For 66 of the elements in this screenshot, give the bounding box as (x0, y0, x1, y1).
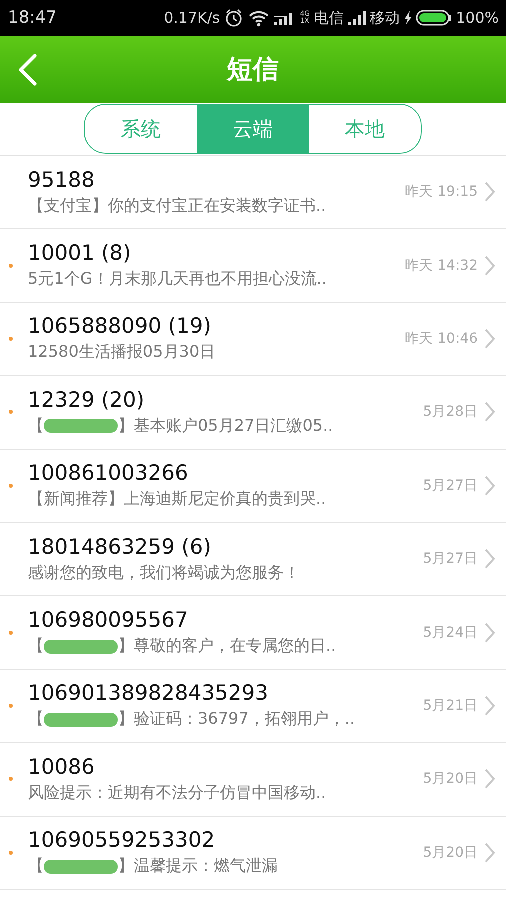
alarm-clock-icon (224, 8, 244, 28)
sender-name: 10086 (28, 754, 96, 779)
preview-text: 】基本账户05月27日汇缴05.. (118, 416, 334, 437)
message-time: 昨天 19:15 (405, 183, 478, 202)
message-time: 5月24日 (423, 624, 478, 642)
preview-text: 】尊敬的客户，在专属您的日.. (118, 636, 336, 658)
carrier-name: 移动 (370, 8, 400, 28)
sender-name: 10001 (8) (28, 241, 132, 266)
message-time: 5月21日 (423, 696, 478, 715)
sender-name: 10690559253302 (28, 828, 216, 852)
chevron-right-icon (484, 768, 496, 790)
message-row[interactable]: 95188 【支付宝】你的支付宝正在安装数字证书.. 昨天 19:15 (0, 156, 506, 230)
message-row[interactable]: 18014863259 (6) 感谢您的致电，我们将竭诚为您服务！ 5月27日 (0, 522, 506, 596)
message-time: 昨天 10:46 (405, 330, 478, 348)
message-row[interactable]: 10690559253302 【 】温馨提示：燃气泄漏 5月20日 (0, 816, 506, 890)
signal-icon (348, 11, 366, 25)
message-time: 5月20日 (423, 770, 478, 788)
message-time: 5月20日 (423, 844, 478, 862)
chevron-right-icon (484, 622, 496, 644)
message-time: 5月27日 (423, 550, 478, 568)
preview-text: 5元1个G！月末那几天再也不用担心没流.. (28, 269, 327, 290)
message-row[interactable]: 1065888090 (19) 12580生活播报05月30日 昨天 10:46 (0, 302, 506, 376)
sender-name: 100861003266 (28, 461, 190, 486)
message-row[interactable]: 12329 (20) 【 】基本账户05月27日汇缴05.. 5月28日 (0, 376, 506, 450)
preview-text: 感谢您的致电，我们将竭诚为您服务！ (28, 562, 300, 584)
chevron-right-icon (484, 401, 496, 424)
message-time: 昨天 14:32 (405, 256, 478, 275)
preview-text: 【 (28, 709, 44, 730)
carrier-name: 电信 (314, 8, 344, 28)
message-row[interactable]: 10086 风险提示：近期有不法分子仿冒中国移动.. 5月20日 (0, 743, 506, 817)
message-time: 5月27日 (423, 476, 478, 495)
preview-text: 风险提示：近期有不法分子仿冒中国移动.. (28, 782, 326, 804)
chevron-right-icon (484, 328, 496, 350)
preview-text: 【支付宝】你的支付宝正在安装数字证书.. (28, 196, 326, 217)
preview-text: 【 (28, 636, 44, 658)
sender-name: 95188 (28, 168, 96, 192)
message-row[interactable]: 10001 (8) 5元1个G！月末那几天再也不用担心没流.. 昨天 14:32 (0, 229, 506, 303)
preview-text: 【新闻推荐】上海迪斯尼定价真的贵到哭.. (28, 489, 326, 510)
preview-text: 】验证码：36797，拓翎用户，.. (118, 709, 356, 730)
sender-name: 1065888090 (19) (28, 314, 212, 338)
sender-name: 12329 (20) (28, 388, 146, 412)
battery-percent: 100% (456, 9, 499, 27)
chevron-right-icon (484, 548, 496, 570)
message-row[interactable]: 100861003266 【新闻推荐】上海迪斯尼定价真的贵到哭.. 5月27日 (0, 450, 506, 523)
wifi-icon (248, 9, 270, 27)
sender-name: 106980095567 (28, 608, 190, 632)
chevron-right-icon (484, 694, 496, 717)
message-time: 5月28日 (423, 403, 478, 422)
back-button[interactable] (18, 54, 38, 86)
preview-text: 【 (28, 856, 44, 878)
charging-bolt-icon (404, 11, 412, 25)
chevron-right-icon (484, 181, 496, 204)
chevron-right-icon (484, 842, 496, 864)
preview-text: 【 (28, 416, 44, 437)
clock-time: 18:47 (8, 8, 57, 28)
chevron-right-icon (484, 254, 496, 277)
message-row[interactable]: 106980095567 【 】尊敬的客户，在专属您的日.. 5月24日 (0, 596, 506, 670)
preview-text: 12580生活播报05月30日 (28, 342, 216, 364)
chevron-right-icon (484, 474, 496, 497)
screen-title: 短信 (227, 54, 279, 87)
message-row[interactable]: 106901389828435293 【 】验证码：36797，拓翎用户，.. 5月21日 (0, 670, 506, 744)
network-speed: 0.17K/s (164, 9, 220, 27)
battery-icon (416, 10, 452, 26)
sender-name: 106901389828435293 (28, 681, 270, 706)
preview-text: 】温馨提示：燃气泄漏 (118, 856, 278, 878)
sender-name: 18014863259 (6) (28, 534, 212, 559)
